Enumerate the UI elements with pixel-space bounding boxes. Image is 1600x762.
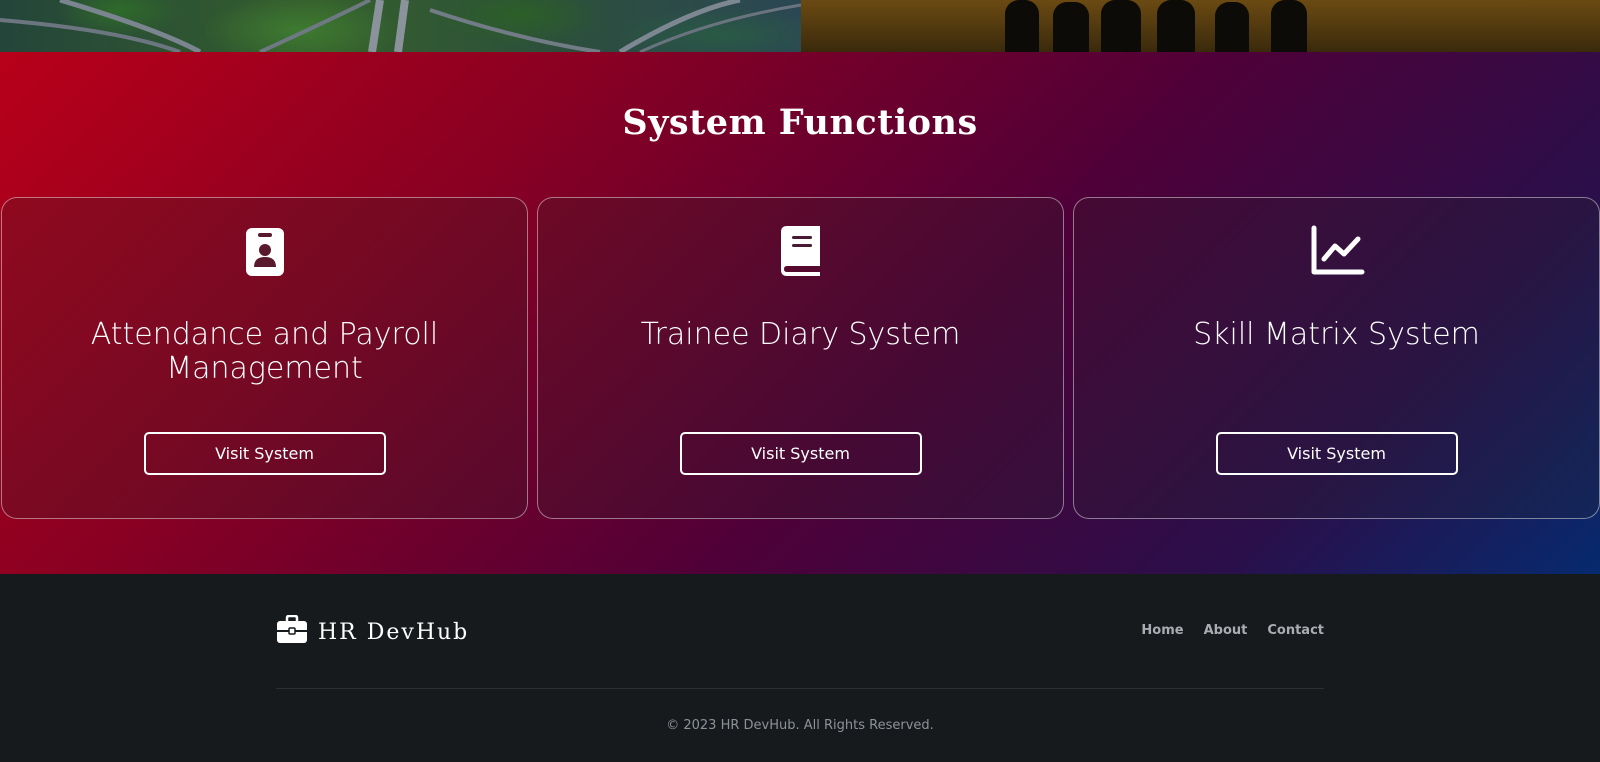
card-trainee-diary: Trainee Diary System Visit System bbox=[537, 197, 1064, 519]
team-silhouette-image bbox=[801, 0, 1600, 52]
highway-roads bbox=[0, 0, 801, 52]
footer-brand[interactable]: HR DevHub bbox=[276, 614, 470, 650]
card-title: Skill Matrix System bbox=[1193, 317, 1480, 352]
card-title: Trainee Diary System bbox=[640, 317, 961, 352]
copyright-text: © 2023 HR DevHub. All Rights Reserved. bbox=[666, 718, 934, 733]
footer: HR DevHub Home About Contact © 2023 HR D… bbox=[0, 574, 1600, 762]
footer-link-about[interactable]: About bbox=[1204, 623, 1248, 638]
footer-divider bbox=[276, 688, 1324, 689]
card-skill-matrix: Skill Matrix System Visit System bbox=[1073, 197, 1600, 519]
system-functions-section: System Functions Attendance and Payroll … bbox=[0, 52, 1600, 574]
card-attendance-payroll: Attendance and Payroll Management Visit … bbox=[1, 197, 528, 519]
briefcase-icon bbox=[276, 614, 308, 650]
footer-brand-name: HR DevHub bbox=[318, 620, 470, 645]
visit-system-button[interactable]: Visit System bbox=[143, 432, 386, 475]
visit-system-button[interactable]: Visit System bbox=[1215, 432, 1458, 475]
book-icon bbox=[773, 222, 829, 278]
hero-image-strip bbox=[0, 0, 1600, 52]
line-chart-icon bbox=[1309, 222, 1365, 278]
footer-link-home[interactable]: Home bbox=[1141, 623, 1183, 638]
highway-aerial-image bbox=[0, 0, 801, 52]
section-title: System Functions bbox=[622, 102, 978, 143]
visit-system-button[interactable]: Visit System bbox=[679, 432, 922, 475]
id-badge-icon bbox=[237, 222, 293, 278]
card-title: Attendance and Payroll Management bbox=[90, 317, 439, 386]
footer-link-contact[interactable]: Contact bbox=[1267, 623, 1324, 638]
footer-nav: Home About Contact bbox=[1141, 623, 1324, 638]
